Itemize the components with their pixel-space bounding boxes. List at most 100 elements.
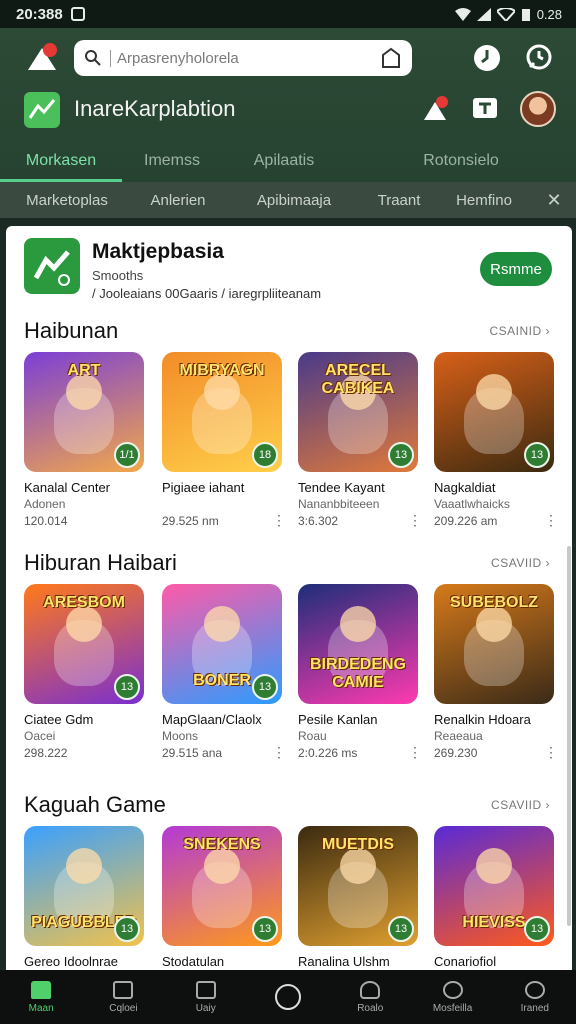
- app-card[interactable]: HIEVISS 13 Conariofiol: [434, 826, 554, 970]
- search-bar[interactable]: Arpasrenyholorela: [74, 40, 412, 76]
- card-row: PIAGUBBLEB 13 Gereo Idoolnrae SNEKENS 13 Stod…: [24, 826, 572, 970]
- age-rating-badge: 13: [524, 442, 550, 468]
- character-head: [66, 848, 102, 884]
- see-all-link[interactable]: CSAINID ›: [489, 324, 550, 338]
- more-options-icon[interactable]: ⋮: [544, 744, 558, 761]
- status-bar: 20:388 0.28: [0, 0, 576, 28]
- signal-icon: [476, 7, 491, 21]
- app-developer: Roau: [298, 729, 327, 743]
- more-options-icon[interactable]: ⋮: [272, 744, 286, 761]
- thumbnail-title: ART: [67, 362, 101, 379]
- app-size: 269.230: [434, 746, 478, 760]
- tab-imemss[interactable]: Imemss: [122, 142, 222, 182]
- age-rating-badge: 13: [388, 916, 414, 942]
- section-title: Kaguah Game: [24, 792, 166, 817]
- featured-app-icon: [24, 238, 80, 294]
- app-developer: Oacei: [24, 729, 56, 743]
- history-icon[interactable]: [522, 41, 556, 75]
- install-button[interactable]: Rsmme: [480, 252, 552, 286]
- section-title: Haibunan: [24, 318, 119, 343]
- app-card[interactable]: ARECEL CABIKEA 13 Tendee Kayant Nananbbitee…: [298, 352, 422, 542]
- app-logo-icon[interactable]: [24, 40, 60, 76]
- app-card[interactable]: SNEKENS 13 Stodatulan: [162, 826, 282, 970]
- close-icon[interactable]: ✕: [536, 190, 572, 211]
- app-thumbnail: BONER 13: [162, 584, 282, 704]
- chip-traant[interactable]: Traant: [366, 192, 432, 209]
- nav-home[interactable]: Maan: [0, 970, 82, 1024]
- app-size: 3:6.302: [298, 514, 339, 528]
- app-name: Pesile Kanlan: [298, 712, 378, 727]
- thumbnail-title: BIRDEDENG CAMIE: [309, 656, 406, 691]
- app-card[interactable]: BONER 13 MapGlaan/Claolx Moons 29.515 ana ⋮: [162, 584, 286, 774]
- circle-icon: [274, 984, 301, 1010]
- see-all-link[interactable]: CSAVIID ›: [491, 798, 550, 812]
- featured-meta: / Jooleaians 00Gaaris / iaregrpliiteanam: [92, 286, 322, 301]
- account-icon: [524, 980, 545, 999]
- nav-profile[interactable]: Roalo: [329, 970, 411, 1024]
- scrollbar[interactable]: [567, 546, 571, 926]
- section-0: Haibunan CSAINID › ART 1/1 Kanalal Center A…: [6, 318, 572, 548]
- wifi-2-icon: [496, 7, 515, 21]
- thumbnail-title: SNEKENS: [183, 836, 261, 853]
- main-content: Maktjepbasia Smooths / Jooleaians 00Gaar…: [6, 226, 572, 970]
- more-options-icon[interactable]: ⋮: [272, 512, 286, 529]
- more-options-icon[interactable]: ⋮: [544, 512, 558, 529]
- profile-icon: [360, 980, 381, 999]
- brand-name: InareKarplabtion: [74, 96, 236, 121]
- bottom-nav: Maan Cqloei Uaiy Roalo Mosfeilla Iraned: [0, 970, 576, 1024]
- battery-level: 0.28: [536, 6, 562, 22]
- chip-anlerien[interactable]: Anlerien: [134, 192, 222, 209]
- app-name: Renalkin Hdoara: [434, 712, 531, 727]
- more-options-icon[interactable]: ⋮: [408, 744, 422, 761]
- nav-favorites[interactable]: Mosfeilla: [411, 970, 493, 1024]
- bookmark-icon[interactable]: [380, 47, 402, 69]
- character-head: [476, 848, 512, 884]
- battery-icon: [521, 9, 530, 21]
- tab-rotonsielo[interactable]: Rotonsielo: [346, 142, 536, 182]
- age-rating-badge: 13: [252, 916, 278, 942]
- age-rating-badge: 13: [114, 674, 140, 700]
- app-thumbnail: ARECEL CABIKEA 13: [298, 352, 418, 472]
- clock-icon[interactable]: [470, 41, 504, 75]
- thumbnail-title: MIBRYAGN: [179, 362, 265, 379]
- tab-morkasen[interactable]: Morkasen: [0, 142, 122, 182]
- tab-apilaatis[interactable]: Apilaatis: [222, 142, 346, 182]
- nav-apps[interactable]: Uaiy: [165, 970, 247, 1024]
- app-card[interactable]: SUBEBOLZ Renalkin Hdoara Reaeaua 269.230 ⋮: [434, 584, 558, 774]
- notifications-icon[interactable]: [418, 92, 452, 126]
- search-input[interactable]: Arpasrenyholorela: [110, 49, 239, 67]
- chip-hemfino[interactable]: Hemfino: [432, 192, 536, 209]
- age-rating-badge: 13: [114, 916, 140, 942]
- app-card[interactable]: PIAGUBBLEB 13 Gereo Idoolnrae: [24, 826, 144, 970]
- brand-logo-icon: [24, 92, 60, 128]
- app-card[interactable]: 13 Nagkaldiat Vaaatlwhaicks 209.226 am ⋮: [434, 352, 558, 542]
- app-size: 298.222: [24, 746, 68, 760]
- nav-home-button[interactable]: [247, 970, 329, 1024]
- favorites-icon: [442, 980, 463, 999]
- app-name: Pigiaee iahant: [162, 480, 245, 495]
- chip-marketoplas[interactable]: Marketoplas: [0, 192, 134, 209]
- wifi-icon: [454, 7, 471, 21]
- chat-icon[interactable]: [468, 92, 502, 126]
- see-all-link[interactable]: CSAVIID ›: [491, 556, 550, 570]
- app-thumbnail: PIAGUBBLEB 13: [24, 826, 144, 946]
- chip-apibimaaja[interactable]: Apibimaaja: [222, 192, 366, 209]
- card-row: ART 1/1 Kanalal Center Adonen 120.014 MIBRYAG…: [24, 352, 572, 542]
- app-card[interactable]: BIRDEDENG CAMIE Pesile Kanlan Roau 2:0.226 …: [298, 584, 422, 774]
- app-thumbnail: ARESBOM 13: [24, 584, 144, 704]
- app-card[interactable]: ART 1/1 Kanalal Center Adonen 120.014: [24, 352, 144, 542]
- character-head: [340, 606, 376, 642]
- app-thumbnail: MUETDIS 13: [298, 826, 418, 946]
- apps-icon: [195, 980, 216, 999]
- nav-account[interactable]: Iraned: [494, 970, 576, 1024]
- app-card[interactable]: MIBRYAGN 18 Pigiaee iahant 29.525 nm ⋮: [162, 352, 286, 542]
- app-thumbnail: HIEVISS 13: [434, 826, 554, 946]
- app-card[interactable]: MUETDIS 13 Ranalina Ulshm: [298, 826, 418, 970]
- avatar[interactable]: [520, 91, 556, 127]
- more-options-icon[interactable]: ⋮: [408, 512, 422, 529]
- nav-games[interactable]: Cqloei: [82, 970, 164, 1024]
- tab-bar: Morkasen Imemss Apilaatis Rotonsielo: [0, 142, 576, 182]
- app-size: 2:0.226 ms: [298, 746, 358, 760]
- featured-app[interactable]: Maktjepbasia Smooths / Jooleaians 00Gaar…: [6, 236, 572, 312]
- app-card[interactable]: ARESBOM 13 Ciatee Gdm Oacei 298.222: [24, 584, 144, 774]
